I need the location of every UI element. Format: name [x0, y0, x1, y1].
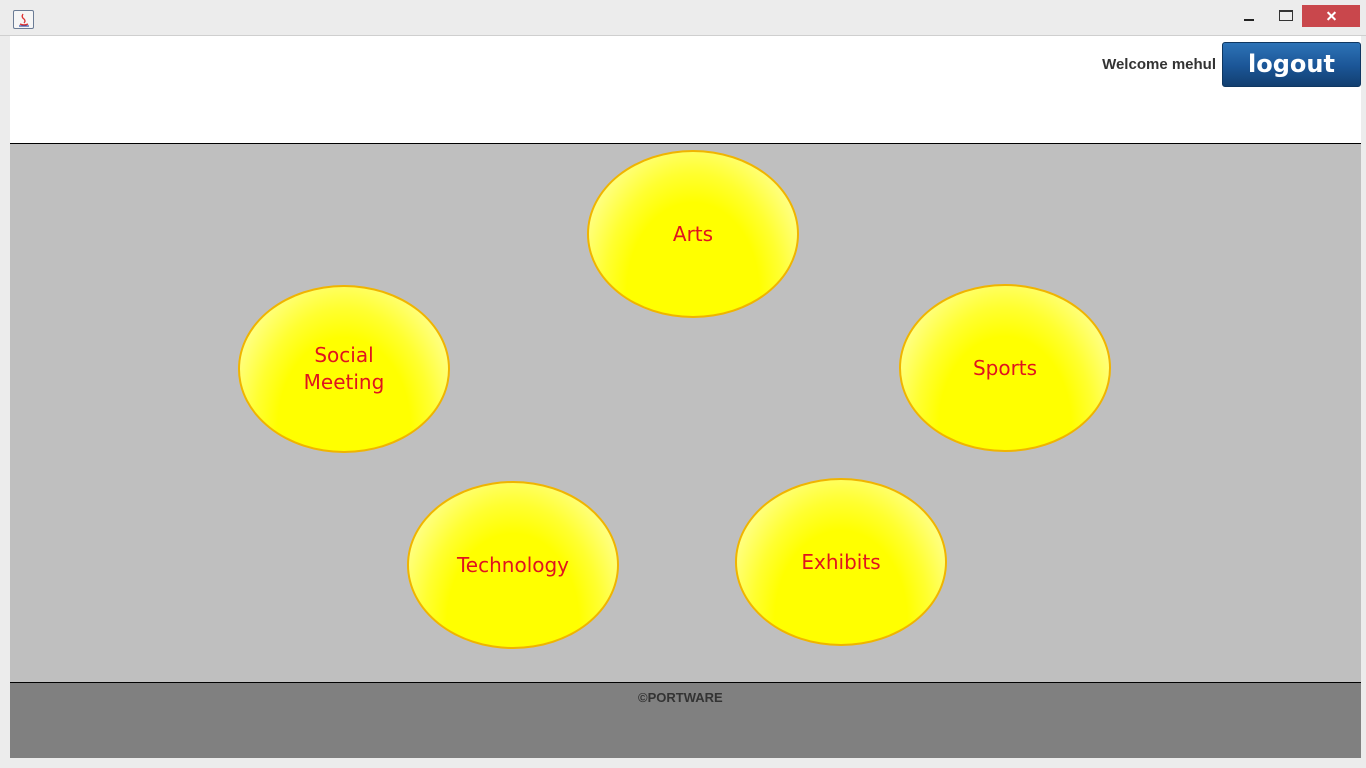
category-arts-button[interactable]: Arts [587, 150, 799, 318]
category-technology-button[interactable]: Technology [407, 481, 619, 649]
window-frame-right [1361, 36, 1366, 768]
welcome-text: Welcome mehul [1102, 56, 1216, 73]
logout-button[interactable]: logout [1222, 42, 1361, 87]
category-label: Exhibits [801, 549, 881, 574]
copyright-text: ©PORTWARE [638, 690, 723, 705]
maximize-button[interactable] [1268, 5, 1302, 27]
header: Welcome mehul logout [10, 36, 1361, 144]
window-titlebar [0, 0, 1366, 36]
minimize-button[interactable] [1232, 5, 1266, 27]
category-label: Social Meeting [303, 343, 385, 394]
category-label: Arts [672, 221, 714, 246]
window-frame-bottom [0, 758, 1366, 768]
category-sports-button[interactable]: Sports [899, 284, 1111, 452]
window-frame-left [0, 36, 10, 768]
category-social-meeting-button[interactable]: Social Meeting [238, 285, 450, 453]
close-button[interactable] [1302, 5, 1360, 27]
category-exhibits-button[interactable]: Exhibits [735, 478, 947, 646]
java-icon [13, 10, 34, 29]
footer: ©PORTWARE [10, 682, 1361, 758]
category-panel: Arts Social Meeting Sports Technology Ex… [10, 144, 1361, 682]
category-label: Technology [456, 552, 570, 577]
category-label: Sports [972, 355, 1038, 380]
